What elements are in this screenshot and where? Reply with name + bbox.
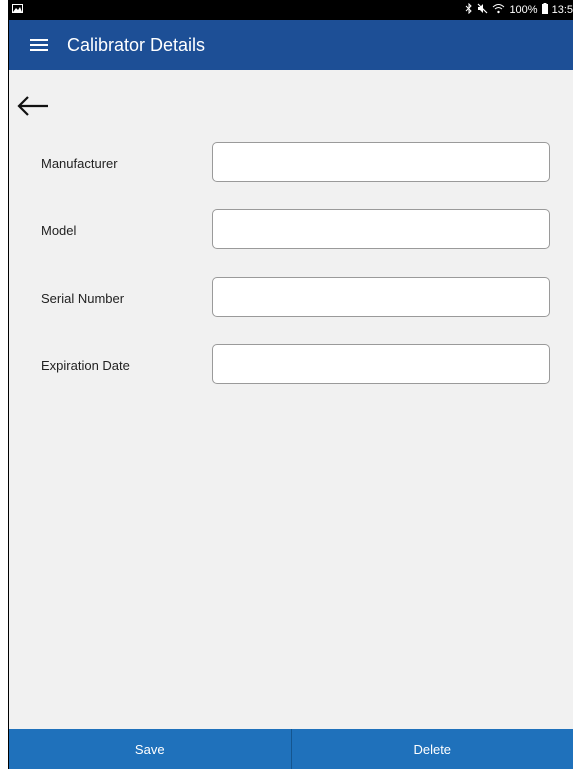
status-bar: 100% 13:5 [9,0,573,20]
bluetooth-icon [465,2,473,17]
app-screen: 100% 13:5 Calibrator Details Manufacture… [9,0,573,769]
bottom-action-bar: Save Delete [9,729,573,769]
page-title: Calibrator Details [67,34,206,55]
wifi-icon [492,3,505,17]
image-icon [12,4,23,16]
hamburger-menu-icon[interactable] [15,20,63,70]
left-edge [0,0,9,769]
manufacturer-label: Manufacturer [41,155,118,171]
expiration-date-input[interactable] [212,344,550,384]
battery-icon [541,3,548,17]
serial-number-label: Serial Number [41,290,125,306]
serial-number-row: Serial Number [9,277,573,319]
back-arrow-icon[interactable] [13,90,53,122]
manufacturer-row: Manufacturer [9,142,573,184]
battery-percent: 100% [509,4,538,16]
expiration-date-label: Expiration Date [41,357,130,373]
status-right: 100% 13:5 [465,2,573,17]
status-left [9,4,23,16]
clock: 13:5 [551,4,573,16]
expiration-date-row: Expiration Date [9,344,573,386]
mute-icon [477,3,488,17]
model-label: Model [41,222,77,238]
serial-number-input[interactable] [212,277,550,317]
manufacturer-input[interactable] [212,142,550,182]
delete-button[interactable]: Delete [292,729,573,769]
model-input[interactable] [212,209,550,249]
app-bar: Calibrator Details [9,20,573,70]
save-button[interactable]: Save [9,729,292,769]
model-row: Model [9,209,573,251]
